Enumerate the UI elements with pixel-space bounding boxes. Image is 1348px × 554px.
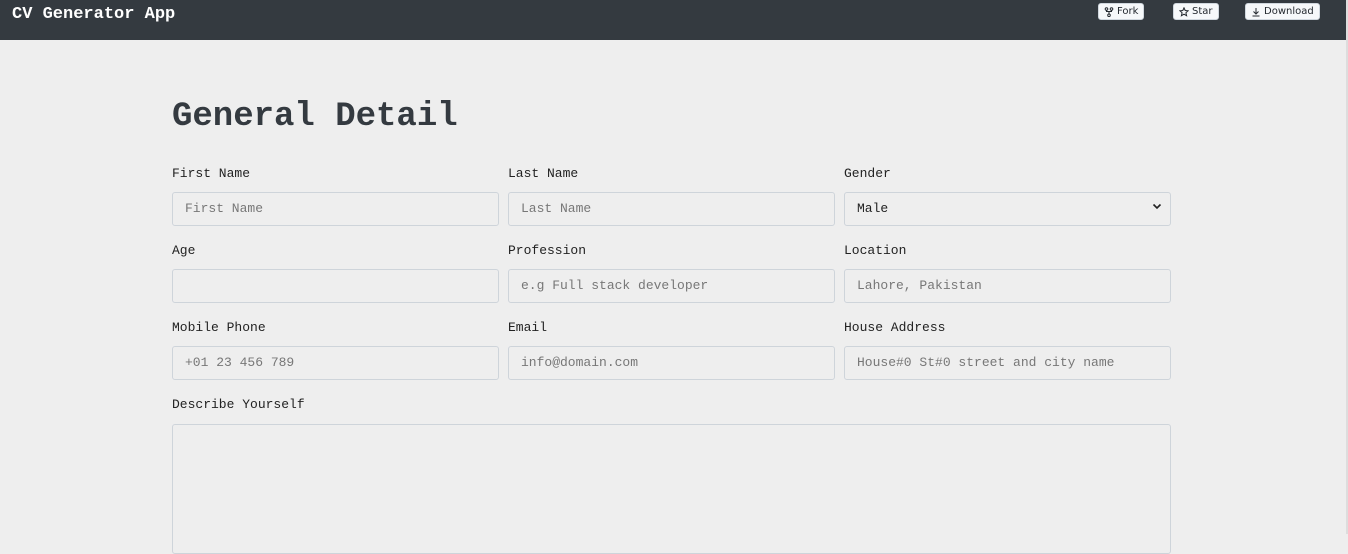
email-input[interactable] — [508, 346, 835, 380]
fork-icon — [1104, 6, 1114, 17]
house-address-label: House Address — [844, 320, 946, 335]
fork-label: Fork — [1117, 6, 1139, 17]
navbar: CV Generator App Fork Star Download — [0, 0, 1348, 40]
age-field: Age — [172, 243, 499, 303]
location-label: Location — [844, 243, 907, 258]
download-label: Download — [1264, 6, 1314, 17]
gender-select[interactable]: Male — [844, 192, 1171, 226]
download-icon — [1252, 7, 1260, 16]
email-label: Email — [508, 320, 548, 335]
first-name-label: First Name — [172, 166, 251, 181]
app-title: CV Generator App — [12, 5, 176, 24]
location-field: Location Lahore, Pakistan — [844, 243, 1171, 303]
location-input[interactable] — [844, 269, 1171, 303]
gender-label: Gender — [844, 166, 891, 181]
mobile-phone-input[interactable] — [172, 346, 499, 380]
house-address-input[interactable] — [844, 346, 1171, 380]
page-title: General Detail — [172, 98, 458, 136]
last-name-label: Last Name — [508, 166, 579, 181]
profession-label: Profession — [508, 243, 587, 258]
describe-textarea[interactable] — [172, 424, 1171, 554]
mobile-phone-field: Mobile Phone +01 23 456 789 — [172, 320, 499, 380]
gender-field: Gender Male — [844, 166, 1171, 226]
last-name-input[interactable] — [508, 192, 835, 226]
email-field: Email info@domain.com — [508, 320, 835, 380]
first-name-field: First Name First Name — [172, 166, 499, 226]
last-name-field: Last Name Last Name — [508, 166, 835, 226]
describe-field: Describe Yourself — [172, 397, 1171, 423]
age-input[interactable] — [172, 269, 499, 303]
profession-field: Profession e.g Full stack developer — [508, 243, 835, 303]
house-address-field: House Address House#0 St#0 street and ci… — [844, 320, 1171, 380]
age-label: Age — [172, 243, 196, 258]
fork-button[interactable]: Fork — [1098, 3, 1145, 20]
star-label: Star — [1192, 6, 1213, 17]
describe-label: Describe Yourself — [172, 397, 305, 412]
star-icon — [1179, 6, 1189, 17]
profession-input[interactable] — [508, 269, 835, 303]
gender-select-box[interactable] — [844, 192, 1171, 226]
first-name-input[interactable] — [172, 192, 499, 226]
star-button[interactable]: Star — [1173, 3, 1219, 20]
download-button[interactable]: Download — [1245, 3, 1320, 20]
mobile-phone-label: Mobile Phone — [172, 320, 266, 335]
